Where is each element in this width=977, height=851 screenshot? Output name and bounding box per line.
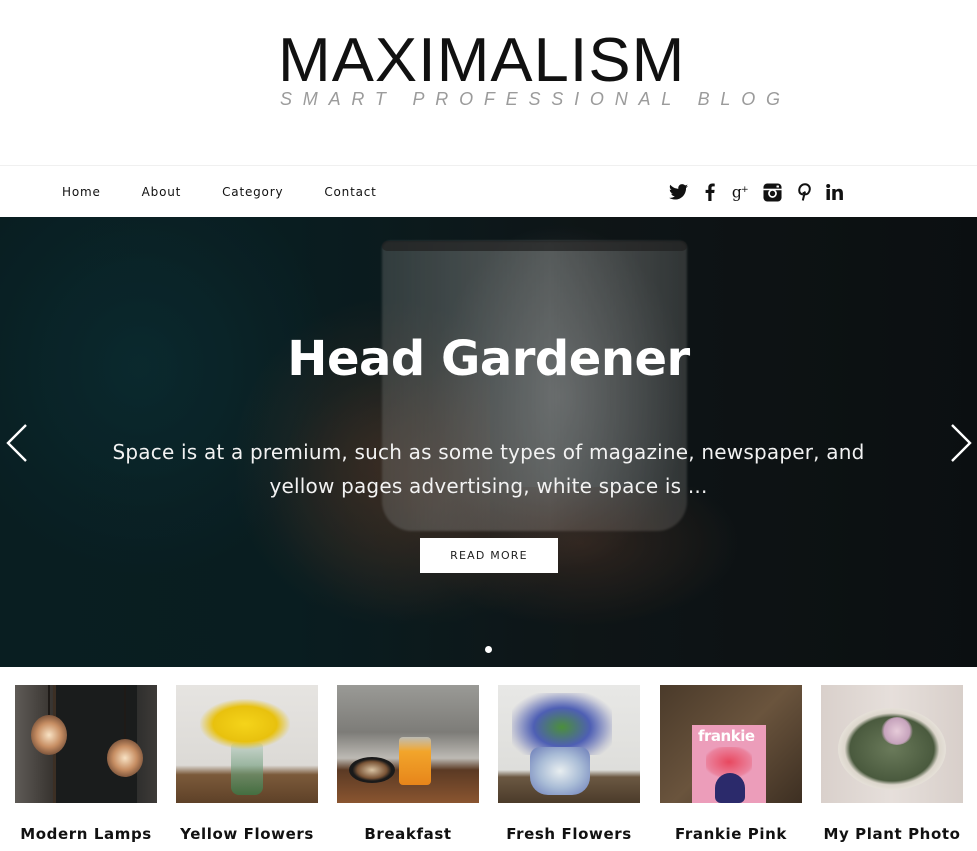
- facebook-icon[interactable]: [700, 182, 720, 202]
- hero-slider: Head Gardener Space is at a premium, suc…: [0, 217, 977, 667]
- gallery-item[interactable]: Fresh Flowers: [498, 685, 640, 843]
- featured-posts-gallery: Modern Lamps Yellow Flowers Breakfast Fr…: [0, 667, 977, 851]
- gallery-caption[interactable]: Breakfast: [317, 825, 499, 843]
- gallery-item[interactable]: frankie Frankie Pink: [660, 685, 802, 843]
- chevron-right-icon: [951, 424, 972, 462]
- site-logo[interactable]: MAXIMALISM SMART PROFESSIONAL BLOG: [278, 30, 780, 110]
- site-title: MAXIMALISM: [278, 26, 686, 95]
- nav-item-category[interactable]: Category: [222, 185, 283, 199]
- gallery-caption[interactable]: My Plant Photo: [801, 825, 977, 843]
- chevron-left-icon: [6, 424, 27, 462]
- slider-next-button[interactable]: [948, 422, 974, 464]
- gallery-item[interactable]: My Plant Photo: [821, 685, 963, 843]
- gallery-caption[interactable]: Frankie Pink: [640, 825, 822, 843]
- site-header: MAXIMALISM SMART PROFESSIONAL BLOG: [0, 0, 977, 165]
- hero-title[interactable]: Head Gardener: [0, 329, 977, 389]
- svg-text:+: +: [741, 185, 749, 195]
- linkedin-icon[interactable]: [826, 182, 846, 202]
- gallery-caption[interactable]: Yellow Flowers: [156, 825, 338, 843]
- gallery-thumbnail-yellow-flowers[interactable]: [176, 685, 318, 803]
- nav-item-home[interactable]: Home: [62, 185, 101, 199]
- twitter-icon[interactable]: [668, 182, 688, 202]
- instagram-icon[interactable]: [763, 182, 783, 202]
- gallery-item[interactable]: Modern Lamps: [15, 685, 157, 843]
- pinterest-icon[interactable]: [794, 182, 814, 202]
- gallery-caption[interactable]: Fresh Flowers: [478, 825, 660, 843]
- gallery-thumbnail-frankie-pink[interactable]: frankie: [660, 685, 802, 803]
- main-navigation: Home About Category Contact g +: [0, 165, 977, 217]
- gallery-thumbnail-breakfast[interactable]: [337, 685, 479, 803]
- gallery-item[interactable]: Yellow Flowers: [176, 685, 318, 843]
- google-plus-icon[interactable]: g +: [731, 182, 751, 202]
- gallery-thumbnail-fresh-flowers[interactable]: [498, 685, 640, 803]
- slider-dot-active[interactable]: [485, 646, 492, 653]
- nav-item-contact[interactable]: Contact: [324, 185, 376, 199]
- read-more-button[interactable]: READ MORE: [420, 538, 558, 573]
- social-links: g +: [668, 180, 857, 204]
- hero-excerpt: Space is at a premium, such as some type…: [112, 440, 865, 498]
- slider-prev-button[interactable]: [4, 422, 30, 464]
- nav-menu: Home About Category Contact: [62, 166, 418, 218]
- gallery-thumbnail-my-plant-photo[interactable]: [821, 685, 963, 803]
- gallery-item[interactable]: Breakfast: [337, 685, 479, 843]
- gallery-thumbnail-modern-lamps[interactable]: [15, 685, 157, 803]
- nav-item-about[interactable]: About: [142, 185, 181, 199]
- slider-pagination: [0, 646, 977, 653]
- gallery-caption[interactable]: Modern Lamps: [0, 825, 177, 843]
